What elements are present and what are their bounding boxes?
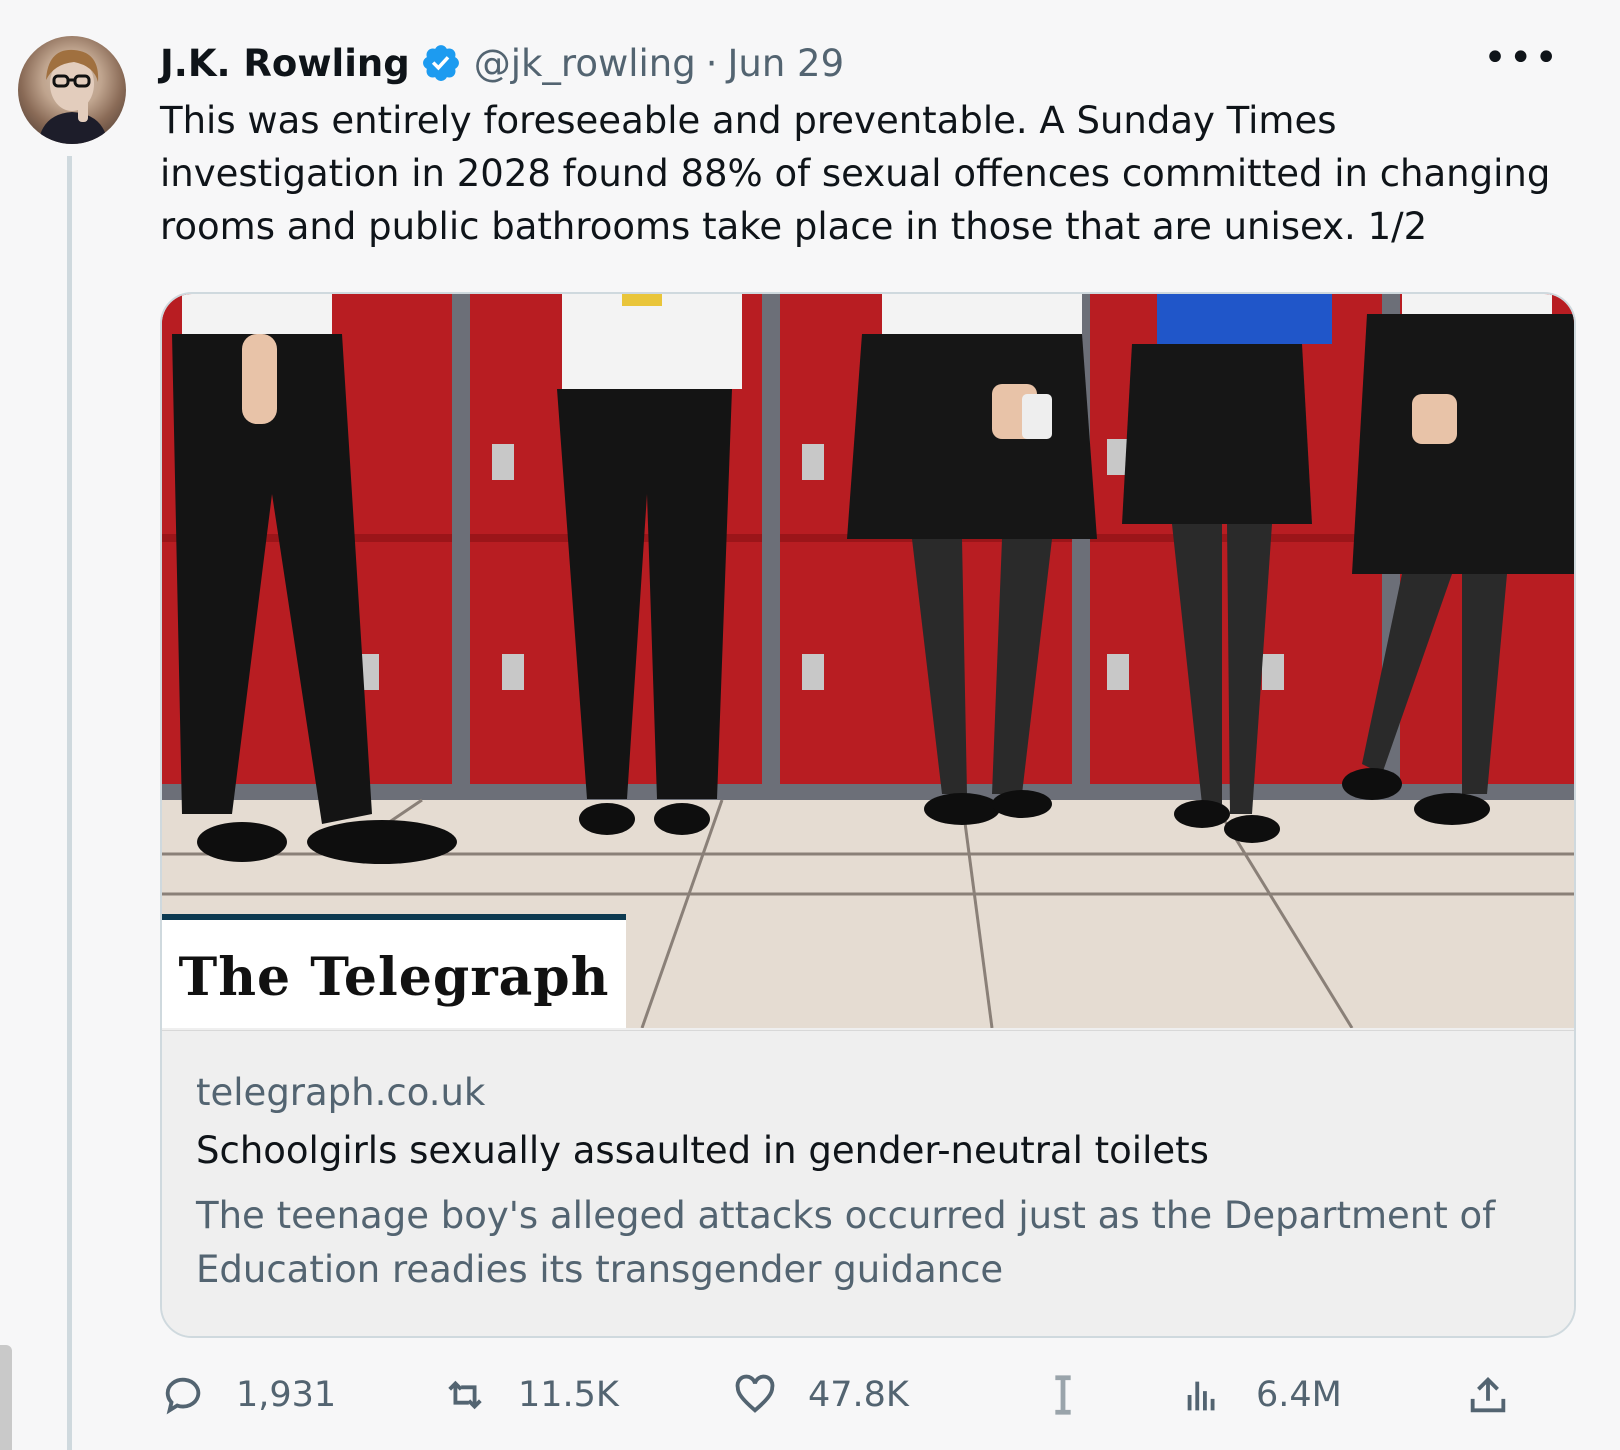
views-button[interactable]: 6.4M <box>1180 1372 1342 1418</box>
repost-button[interactable]: 11.5K <box>442 1372 619 1418</box>
telegraph-logo-banner: The Telegraph <box>162 914 626 1028</box>
share-upload-icon <box>1470 1376 1506 1413</box>
views-count: 6.4M <box>1256 1375 1342 1415</box>
like-count: 47.8K <box>808 1375 909 1415</box>
tweet-header: J.K. Rowling @jk_rowling · Jun 29 ••• <box>160 38 1580 88</box>
card-description: The teenage boy's alleged attacks occurr… <box>196 1194 1496 1291</box>
tweet-text: This was entirely foreseeable and preven… <box>160 99 1551 248</box>
telegraph-logo: The Telegraph <box>178 946 610 1008</box>
reply-button[interactable]: 1,931 <box>160 1372 336 1418</box>
reply-count: 1,931 <box>236 1375 337 1415</box>
repost-arrows-icon <box>448 1380 482 1410</box>
like-button[interactable]: 47.8K <box>732 1372 909 1418</box>
repost-count: 11.5K <box>518 1375 619 1415</box>
bar-chart-icon <box>1187 1381 1215 1411</box>
more-options-icon[interactable]: ••• <box>1483 38 1560 78</box>
tweet-date[interactable]: Jun 29 <box>727 42 844 85</box>
author-handle[interactable]: @jk_rowling <box>474 42 696 85</box>
speech-bubble-icon <box>165 1377 201 1415</box>
author-avatar[interactable] <box>18 36 126 144</box>
tweet-actions-bar: 1,931 11.5K 47.8K 6.4M <box>160 1372 1560 1422</box>
author-name[interactable]: J.K. Rowling <box>160 42 410 85</box>
share-button[interactable] <box>1465 1372 1541 1418</box>
link-preview-card[interactable]: The Telegraph telegraph.co.uk Schoolgirl… <box>160 292 1576 1338</box>
card-headline: Schoolgirls sexually assaulted in gender… <box>196 1129 1209 1172</box>
card-image[interactable]: The Telegraph <box>162 294 1574 1028</box>
text-cursor-icon <box>1055 1375 1071 1415</box>
thread-connector-line <box>67 156 72 1450</box>
header-separator: · <box>705 41 718 85</box>
avatar-portrait <box>38 49 108 144</box>
left-edge-tab <box>0 1345 12 1450</box>
text-cursor <box>1040 1372 1116 1418</box>
heart-icon <box>735 1374 775 1413</box>
card-domain: telegraph.co.uk <box>196 1071 486 1114</box>
verified-badge-icon <box>422 45 459 81</box>
card-meta[interactable]: telegraph.co.uk Schoolgirls sexually ass… <box>162 1030 1574 1336</box>
